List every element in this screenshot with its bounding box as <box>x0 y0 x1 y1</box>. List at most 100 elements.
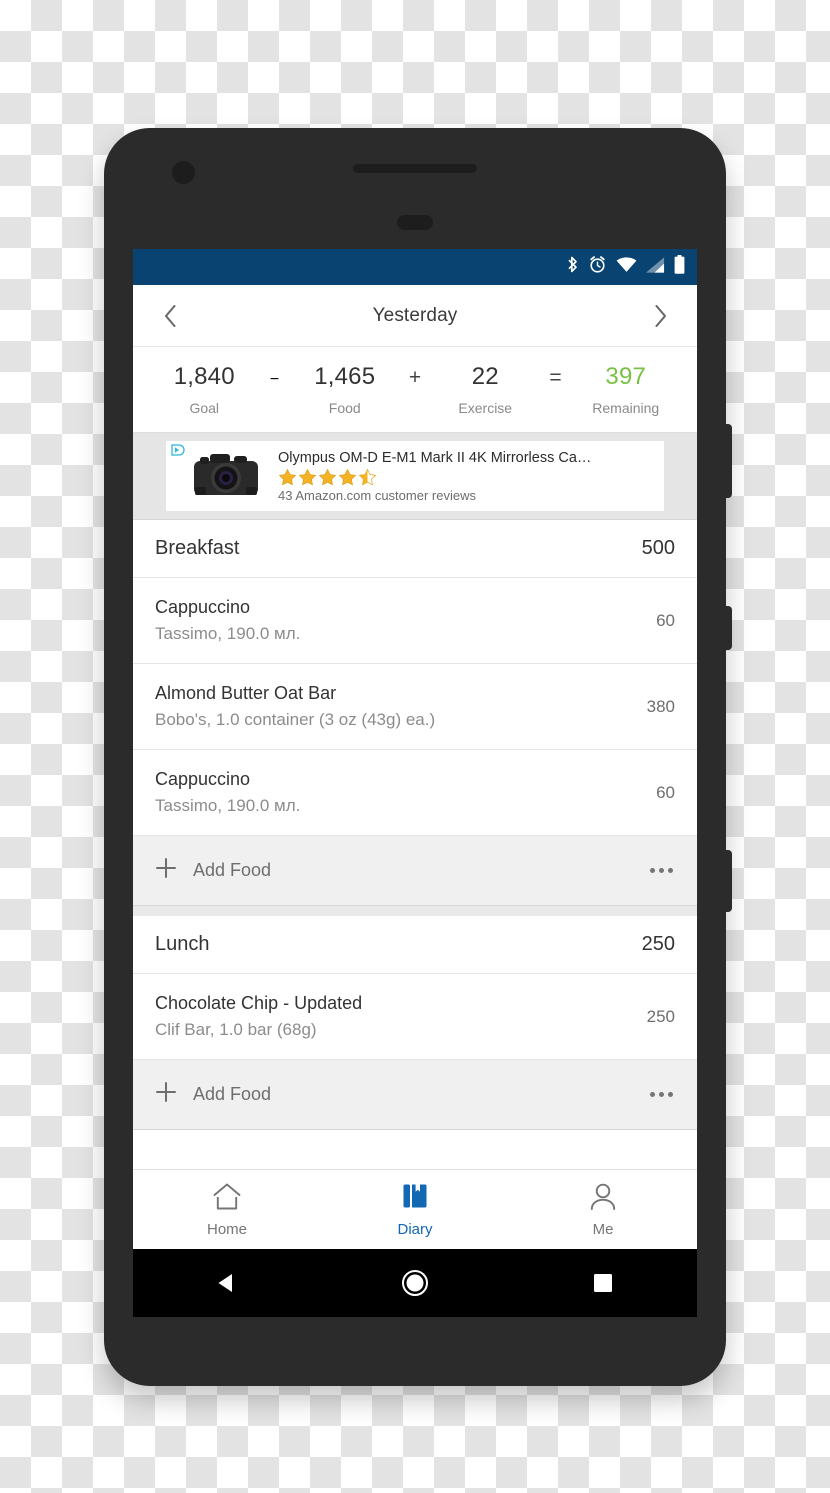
home-circle-icon[interactable] <box>391 1259 439 1307</box>
equals-operator-glyph: = <box>549 366 562 389</box>
recents-square-icon[interactable] <box>579 1259 627 1307</box>
minus-operator: − <box>269 371 280 388</box>
ad-product-image <box>184 445 268 507</box>
food-row[interactable]: Cappuccino Tassimo, 190.0 мл. 60 <box>133 578 697 664</box>
power-button[interactable] <box>725 850 732 912</box>
bottom-tab-bar: Home Diary Me <box>133 1169 697 1249</box>
proximity-sensor-icon <box>397 215 433 230</box>
person-icon <box>588 1182 618 1216</box>
section-divider <box>133 906 697 916</box>
food-row[interactable]: Chocolate Chip - Updated Clif Bar, 1.0 b… <box>133 974 697 1060</box>
food-info: Cappuccino Tassimo, 190.0 мл. <box>155 597 300 644</box>
back-triangle-icon[interactable] <box>203 1259 251 1307</box>
advertisement-banner[interactable]: Olympus OM-D E-M1 Mark II 4K Mirrorless … <box>166 441 664 511</box>
plus-operator-glyph: + <box>408 366 422 389</box>
tab-label: Me <box>592 1220 614 1238</box>
food-label: Food <box>328 400 361 416</box>
tab-label: Home <box>206 1220 247 1238</box>
android-navigation-bar <box>133 1249 697 1317</box>
add-food-label: Add Food <box>193 860 272 880</box>
food-name: Cappuccino <box>155 769 251 789</box>
remaining-label-cell: Remaining <box>575 400 678 418</box>
meal-overflow-menu-button[interactable] <box>648 1084 675 1105</box>
front-camera-icon <box>172 161 195 184</box>
food-description: Clif Bar, 1.0 bar (68g) <box>155 1020 317 1039</box>
calorie-labels-row: Goal Food Exercise Remaining <box>147 400 683 418</box>
next-day-button[interactable] <box>643 299 677 333</box>
food-description: Tassimo, 190.0 мл. <box>155 624 301 643</box>
exercise-label: Exercise <box>458 400 513 416</box>
ad-star-rating <box>278 468 656 487</box>
food-description: Bobo's, 1.0 container (3 oz (43g) ea.) <box>155 710 436 729</box>
status-bar <box>133 249 697 285</box>
remaining-label: Remaining <box>592 400 660 416</box>
food-name: Chocolate Chip - Updated <box>155 993 363 1013</box>
exercise-value-cell: 22 <box>434 363 537 391</box>
food-description: Tassimo, 190.0 мл. <box>155 796 301 815</box>
food-name: Cappuccino <box>155 597 251 617</box>
ad-zone: Olympus OM-D E-M1 Mark II 4K Mirrorless … <box>133 433 697 520</box>
meal-name: Breakfast <box>155 537 240 559</box>
add-food-row-breakfast[interactable]: Add Food <box>133 836 697 906</box>
phone-device: Yesterday 1,840 − 1,465 + 22 = 397 Goal … <box>104 128 732 1386</box>
meal-calories: 250 <box>641 933 675 955</box>
exercise-label-cell: Exercise <box>434 400 537 418</box>
food-value: 1,465 <box>314 363 376 390</box>
plus-operator: + <box>396 366 434 390</box>
meal-name: Lunch <box>155 933 210 955</box>
volume-up-button[interactable] <box>725 424 732 498</box>
ad-choices-icon[interactable] <box>171 444 185 458</box>
tab-label: Diary <box>397 1220 433 1238</box>
calorie-summary[interactable]: 1,840 − 1,465 + 22 = 397 Goal Food Exerc… <box>133 347 697 433</box>
food-value-cell: 1,465 <box>294 363 397 391</box>
home-icon <box>212 1182 242 1216</box>
ad-text-block: Olympus OM-D E-M1 Mark II 4K Mirrorless … <box>278 450 656 503</box>
wifi-icon <box>616 256 637 278</box>
meal-overflow-menu-button[interactable] <box>648 860 675 881</box>
bluetooth-icon <box>566 255 579 279</box>
remaining-value: 397 <box>605 363 647 390</box>
previous-day-button[interactable] <box>153 299 187 333</box>
add-food-left: Add Food <box>155 857 271 884</box>
add-food-left: Add Food <box>155 1081 271 1108</box>
food-info: Almond Butter Oat Bar Bobo's, 1.0 contai… <box>155 683 435 730</box>
diary-icon <box>400 1182 430 1216</box>
date-navigation-header: Yesterday <box>133 285 697 347</box>
food-label-cell: Food <box>294 400 397 418</box>
food-info: Chocolate Chip - Updated Clif Bar, 1.0 b… <box>155 993 362 1040</box>
ad-review-count: 43 Amazon.com customer reviews <box>278 487 476 503</box>
food-calories: 380 <box>646 696 675 716</box>
alarm-icon <box>588 255 607 279</box>
food-row[interactable]: Almond Butter Oat Bar Bobo's, 1.0 contai… <box>133 664 697 750</box>
meal-calories: 500 <box>641 537 675 559</box>
goal-value: 1,840 <box>173 363 235 390</box>
tab-home[interactable]: Home <box>133 1182 321 1238</box>
cell-signal-icon <box>646 256 665 278</box>
food-calories: 60 <box>656 610 675 630</box>
earpiece-speaker-icon <box>353 164 477 173</box>
goal-label-cell: Goal <box>153 400 256 418</box>
add-food-label: Add Food <box>193 1084 272 1104</box>
food-calories: 60 <box>656 782 675 802</box>
meal-header-lunch[interactable]: Lunch 250 <box>133 916 697 974</box>
plus-icon <box>155 1081 177 1108</box>
food-name: Almond Butter Oat Bar <box>155 683 337 703</box>
goal-value-cell: 1,840 <box>153 363 256 391</box>
calorie-values-row: 1,840 − 1,465 + 22 = 397 <box>147 363 683 391</box>
volume-down-button[interactable] <box>725 606 732 650</box>
remaining-value-cell: 397 <box>575 363 678 391</box>
meal-header-breakfast[interactable]: Breakfast 500 <box>133 520 697 578</box>
tab-me[interactable]: Me <box>509 1182 697 1238</box>
ad-title: Olympus OM-D E-M1 Mark II 4K Mirrorless … <box>278 449 592 466</box>
phone-screen: Yesterday 1,840 − 1,465 + 22 = 397 Goal … <box>133 249 697 1249</box>
goal-label: Goal <box>189 400 220 416</box>
tab-diary[interactable]: Diary <box>321 1182 509 1238</box>
current-date-label: Yesterday <box>372 304 458 326</box>
diary-meal-list: Breakfast 500 Cappuccino Tassimo, 190.0 … <box>133 520 697 1130</box>
equals-operator: = <box>537 366 575 390</box>
plus-icon <box>155 857 177 884</box>
food-row[interactable]: Cappuccino Tassimo, 190.0 мл. 60 <box>133 750 697 836</box>
food-info: Cappuccino Tassimo, 190.0 мл. <box>155 769 300 816</box>
add-food-row-lunch[interactable]: Add Food <box>133 1060 697 1130</box>
battery-icon <box>674 255 685 279</box>
